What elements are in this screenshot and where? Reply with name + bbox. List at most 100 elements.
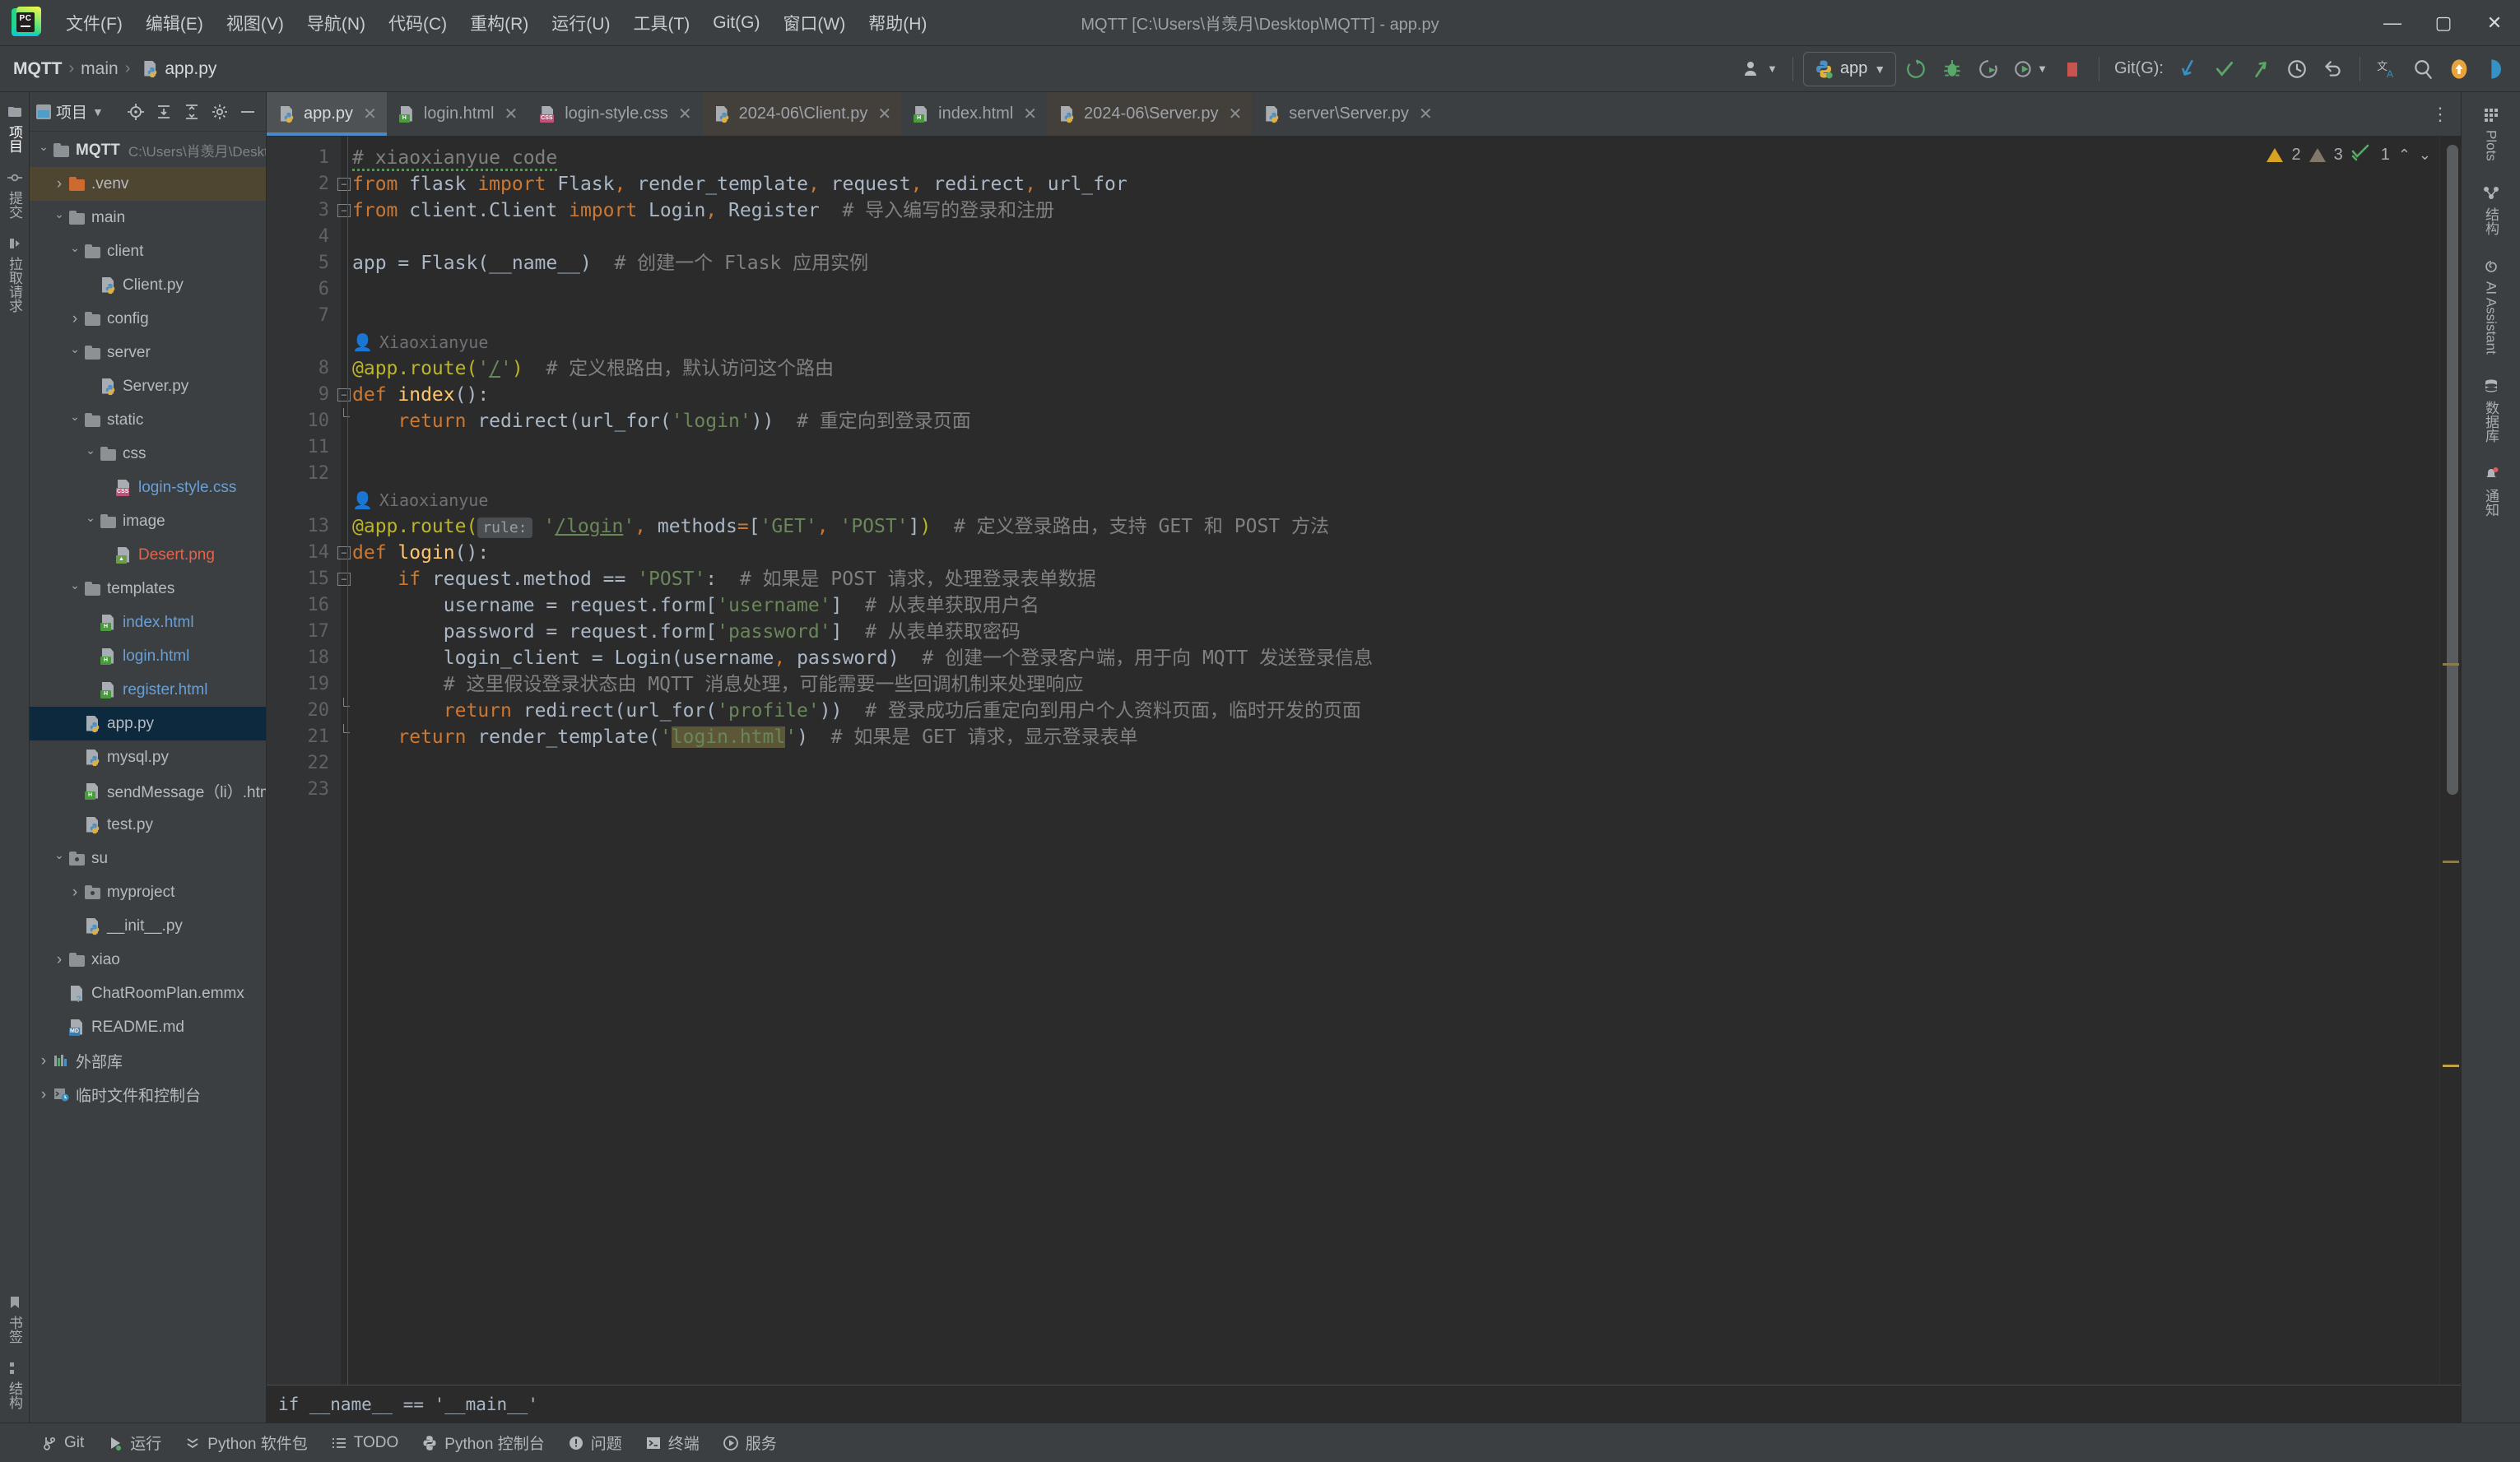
git-rollback-button[interactable] [2317, 53, 2350, 86]
tree-toggle-open-icon[interactable] [66, 346, 84, 360]
line-number[interactable]: 16 [267, 592, 330, 619]
line-number[interactable]: 2− [267, 171, 351, 197]
account-button[interactable]: ▼ [1738, 53, 1783, 86]
tree-node[interactable]: Hindex.html [30, 606, 266, 639]
tree-toggle-open-icon[interactable] [66, 582, 84, 596]
status-python-packages[interactable]: Python 软件包 [173, 1427, 318, 1459]
project-settings-button[interactable] [208, 100, 231, 123]
collapse-all-button[interactable] [180, 100, 203, 123]
minimize-button[interactable]: — [2367, 0, 2418, 46]
tree-toggle-closed-icon[interactable] [35, 1052, 53, 1070]
tree-toggle-closed-icon[interactable] [35, 1086, 53, 1104]
line-number[interactable]: 10 [267, 408, 350, 434]
translate-button[interactable]: 文 A [2370, 53, 2403, 86]
tree-node[interactable]: image [30, 504, 266, 538]
close-tab-icon[interactable]: ✕ [363, 104, 377, 124]
status-terminal[interactable]: 终端 [634, 1427, 711, 1459]
git-commit-button[interactable] [2208, 53, 2241, 86]
status-todo[interactable]: TODO [319, 1429, 411, 1457]
tree-toggle-open-icon[interactable] [50, 852, 68, 866]
line-number[interactable]: 15− [267, 566, 351, 592]
menu-window[interactable]: 窗口(W) [771, 6, 857, 40]
stop-button[interactable] [2056, 53, 2089, 86]
menu-refactor[interactable]: 重构(R) [458, 6, 540, 40]
tree-node[interactable]: 外部库 [30, 1044, 266, 1078]
tree-toggle-closed-icon[interactable] [66, 884, 84, 902]
rail-item-database[interactable]: 数据库 [2477, 368, 2504, 453]
tree-node[interactable]: xiao [30, 943, 266, 977]
menu-view[interactable]: 视图(V) [215, 6, 295, 40]
line-number[interactable]: 14− [267, 540, 351, 566]
rail-item-commit[interactable]: 提交 [2, 161, 26, 227]
update-available-button[interactable] [2443, 53, 2476, 86]
code-editor[interactable]: 1 2−3−4 5 6 7 8 9−10 11 12 13 14−15−16 17 18 19 20 21… [267, 137, 2461, 1385]
menu-tools[interactable]: 工具(T) [621, 6, 701, 40]
line-number[interactable]: 1 [267, 145, 329, 171]
editor-tab[interactable]: Hindex.html ✕ [901, 92, 1047, 136]
menu-help[interactable]: 帮助(H) [857, 6, 938, 40]
rail-item-project[interactable]: 项目 [2, 95, 26, 161]
tree-node[interactable]: server [30, 336, 266, 369]
line-number[interactable]: 7 [267, 303, 329, 329]
close-tab-icon[interactable]: ✕ [877, 104, 891, 124]
run-button[interactable] [1899, 53, 1932, 86]
tree-node[interactable]: su [30, 842, 266, 875]
rail-item-bookmarks[interactable]: 书签 [2, 1286, 26, 1352]
search-everywhere-button[interactable] [2406, 53, 2439, 86]
line-number[interactable]: 11 [267, 434, 330, 461]
menu-edit[interactable]: 编辑(E) [134, 6, 215, 40]
debug-button[interactable] [1936, 53, 1969, 86]
tree-toggle-open-icon[interactable] [50, 211, 68, 225]
line-number[interactable]: 12 [267, 461, 330, 487]
tree-node[interactable]: css [30, 437, 266, 471]
tree-toggle-closed-icon[interactable] [66, 310, 84, 328]
rail-item-notifications[interactable]: 通知 [2477, 456, 2504, 527]
tree-toggle-closed-icon[interactable] [50, 175, 68, 193]
line-number-gutter[interactable]: 1 2−3−4 5 6 7 8 9−10 11 12 13 14−15−16 17 18 19 20 21… [267, 137, 351, 1385]
status-run[interactable]: 运行 [95, 1427, 173, 1459]
close-tab-icon[interactable]: ✕ [1023, 104, 1037, 124]
profile-button[interactable]: ▼ [2008, 53, 2053, 86]
editor-tab[interactable]: Hlogin.html ✕ [387, 92, 528, 136]
tree-node[interactable]: test.py [30, 808, 266, 842]
tree-node[interactable]: mysql.py [30, 740, 266, 774]
editor-tab[interactable]: 2024-06\Server.py ✕ [1047, 92, 1253, 136]
tree-toggle-open-icon[interactable] [35, 143, 53, 157]
tree-node[interactable]: .venv [30, 167, 266, 201]
close-tab-icon[interactable]: ✕ [1419, 104, 1433, 124]
tree-node[interactable]: ▲ Desert.png [30, 538, 266, 572]
line-number[interactable]: 9− [267, 382, 351, 408]
close-tab-icon[interactable]: ✕ [678, 104, 692, 124]
project-tree[interactable]: MQTT C:\Users\肖羡月\Desktop\MQTT .venv main cl… [30, 132, 266, 1423]
line-number[interactable]: 17 [267, 619, 330, 645]
breadcrumb-root[interactable]: MQTT [13, 59, 62, 79]
expand-all-button[interactable] [152, 100, 175, 123]
line-number[interactable]: 19 [267, 671, 330, 698]
rail-item-structure-right[interactable]: 结构 [2477, 174, 2504, 245]
editor-scrollbar-thumb[interactable] [2447, 145, 2458, 795]
menu-code[interactable]: 代码(C) [377, 6, 458, 40]
tree-node[interactable]: client [30, 234, 266, 268]
tree-toggle-open-icon[interactable] [81, 514, 100, 528]
editor-tab[interactable]: server\Server.py ✕ [1252, 92, 1442, 136]
ai-assistant-button[interactable] [2479, 53, 2512, 86]
menu-file[interactable]: 文件(F) [54, 6, 134, 40]
hide-panel-button[interactable] [236, 100, 259, 123]
git-update-button[interactable] [2172, 53, 2205, 86]
next-problem-button[interactable]: ⌄ [2419, 146, 2431, 164]
tree-node[interactable]: __init__.py [30, 909, 266, 943]
tree-node[interactable]: Hregister.html [30, 673, 266, 707]
inspection-widget[interactable]: 2 3 1 ⌃ ⌄ [2267, 143, 2431, 166]
run-with-coverage-button[interactable] [1972, 53, 2005, 86]
line-number[interactable]: 4 [267, 224, 329, 250]
tree-node[interactable]: 临时文件和控制台 [30, 1078, 266, 1112]
menu-navigate[interactable]: 导航(N) [295, 6, 377, 40]
status-python-console[interactable]: Python 控制台 [410, 1427, 556, 1459]
maximize-button[interactable]: ▢ [2418, 0, 2469, 46]
line-number[interactable]: 20 [267, 698, 350, 724]
line-number[interactable]: 21 [267, 724, 350, 750]
tree-node[interactable]: ? ChatRoomPlan.emmx [30, 977, 266, 1010]
line-number[interactable]: 18 [267, 645, 330, 671]
breadcrumb-current-file[interactable]: app.py [165, 59, 216, 79]
status-services[interactable]: 服务 [711, 1427, 788, 1459]
